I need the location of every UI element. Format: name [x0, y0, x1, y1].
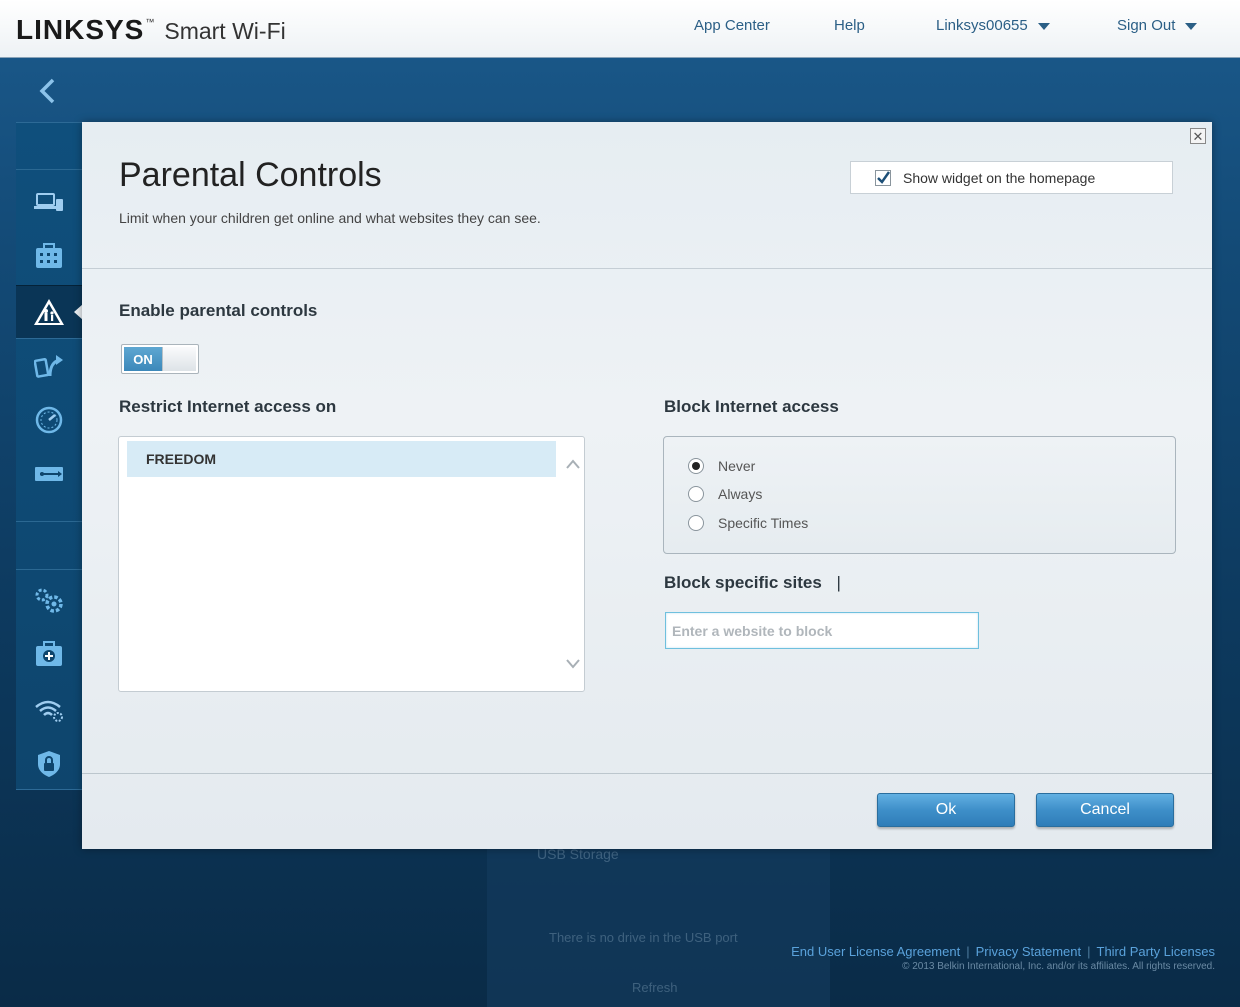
cancel-button[interactable]: Cancel: [1036, 793, 1174, 827]
block-option-never[interactable]: Never: [688, 458, 755, 474]
sidebar-item-device-list[interactable]: [16, 177, 82, 227]
toggle-state-label: ON: [124, 347, 162, 371]
radio-label: Never: [718, 458, 756, 474]
checkmark-icon: [875, 169, 891, 186]
chevron-up-icon[interactable]: [565, 457, 581, 471]
privacy-link[interactable]: Privacy Statement: [976, 944, 1082, 959]
third-party-link[interactable]: Third Party Licenses: [1097, 944, 1216, 959]
radio-label: Always: [718, 486, 763, 502]
sidebar: [16, 122, 83, 790]
list-item[interactable]: FREEDOM: [127, 441, 556, 477]
troubleshooting-icon: [36, 641, 62, 666]
router-name: Linksys00655: [936, 17, 1028, 34]
block-option-always[interactable]: Always: [688, 486, 762, 502]
background-empty-text: There is no drive in the USB port: [549, 930, 738, 945]
top-header: LINKSYS ™ Smart Wi-Fi App Center Help Li…: [0, 0, 1240, 58]
back-arrow-icon: [39, 78, 55, 104]
radio-button[interactable]: [688, 515, 704, 531]
radio-label: Specific Times: [718, 515, 809, 531]
sidebar-item-media-prioritization[interactable]: [16, 341, 82, 391]
eula-link[interactable]: End User License Agreement: [791, 944, 960, 959]
block-sites-text: Block specific sites: [664, 573, 822, 592]
sidebar-item-troubleshooting[interactable]: [16, 629, 82, 679]
sidebar-item-usb-storage[interactable]: [16, 449, 82, 499]
logo-brand: LINKSYS: [16, 14, 145, 45]
sidebar-item-security[interactable]: [16, 739, 82, 789]
show-widget-checkbox[interactable]: [875, 169, 891, 186]
sign-out-menu[interactable]: Sign Out: [1117, 17, 1198, 34]
sidebar-item-wireless[interactable]: [16, 685, 82, 735]
sign-out-label: Sign Out: [1117, 17, 1176, 34]
show-widget-label: Show widget on the homepage: [903, 169, 1096, 186]
parental-controls-dialog: ✕ Parental Controls Limit when your chil…: [82, 122, 1212, 849]
linksys-logo[interactable]: LINKSYS ™ Smart Wi-Fi: [16, 14, 286, 46]
sidebar-divider: [16, 521, 82, 522]
close-icon: ✕: [1192, 128, 1204, 144]
restrict-access-label: Restrict Internet access on: [119, 397, 337, 416]
parental-controls-toggle[interactable]: ON: [121, 344, 199, 374]
dialog-header-divider: [82, 268, 1212, 269]
block-access-label: Block Internet access: [664, 397, 839, 416]
background-refresh-link: Refresh: [632, 980, 678, 995]
router-menu[interactable]: Linksys00655: [936, 17, 1050, 34]
logo-product-name: Smart Wi-Fi: [164, 18, 286, 44]
block-access-options: Never Always Specific Times: [663, 436, 1176, 554]
sidebar-divider: [16, 569, 82, 570]
sidebar-item-speed-test[interactable]: [16, 395, 82, 445]
block-website-input[interactable]: [665, 612, 979, 649]
logo-trademark: ™: [145, 17, 155, 27]
sidebar-item-parental-controls[interactable]: [16, 285, 82, 339]
chevron-down-icon: [1185, 22, 1198, 30]
close-button[interactable]: ✕: [1190, 128, 1206, 144]
parental-controls-icon: [34, 299, 64, 325]
device-name: FREEDOM: [146, 451, 216, 467]
copyright-text: © 2013 Belkin International, Inc. and/or…: [902, 961, 1215, 972]
usb-storage-icon: [35, 467, 63, 481]
dialog-subtitle: Limit when your children get online and …: [119, 210, 541, 226]
chevron-down-icon: [1037, 22, 1050, 30]
ok-button[interactable]: Ok: [877, 793, 1015, 827]
enable-parental-controls-label: Enable parental controls: [119, 301, 318, 320]
wireless-icon: [35, 700, 63, 722]
show-widget-option[interactable]: Show widget on the homepage: [850, 161, 1173, 194]
toolbox-icon: [36, 243, 62, 268]
sidebar-divider: [16, 169, 82, 170]
settings-gears-icon: [35, 588, 63, 613]
media-prioritization-icon: [34, 355, 63, 378]
security-shield-icon: [38, 751, 60, 777]
block-option-specific-times[interactable]: Specific Times: [688, 515, 808, 531]
background-usb-widget: USB Storage There is no drive in the USB…: [487, 846, 830, 1007]
chevron-down-icon[interactable]: [565, 657, 581, 671]
separator-bar: |: [836, 573, 841, 592]
dialog-title: Parental Controls: [119, 156, 382, 194]
block-sites-label: Block specific sites |: [664, 573, 841, 593]
speed-test-icon: [35, 406, 63, 434]
toggle-knob[interactable]: [162, 347, 196, 371]
footer-links: End User License Agreement | Privacy State…: [791, 944, 1215, 959]
devices-icon: [34, 193, 63, 211]
sidebar-back-button[interactable]: [16, 60, 82, 120]
help-link[interactable]: Help: [834, 17, 865, 34]
sidebar-item-connectivity[interactable]: [16, 575, 82, 625]
app-center-link[interactable]: App Center: [694, 17, 770, 34]
dialog-footer-divider: [82, 773, 1212, 774]
radio-button[interactable]: [688, 486, 704, 502]
radio-button[interactable]: [688, 458, 704, 474]
device-list[interactable]: FREEDOM: [118, 436, 585, 692]
sidebar-item-widgets[interactable]: [16, 231, 82, 281]
